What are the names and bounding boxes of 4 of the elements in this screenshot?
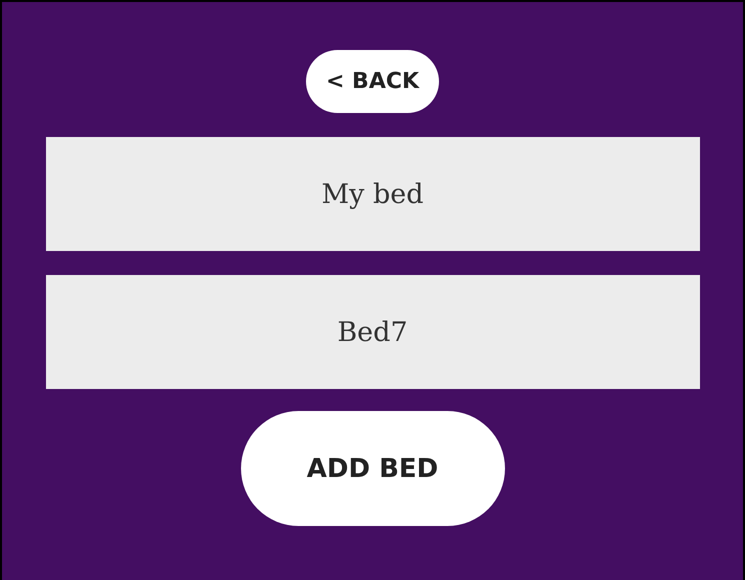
bed-item[interactable]: My bed <box>46 137 700 251</box>
add-bed-button[interactable]: ADD BED <box>240 411 504 526</box>
back-button[interactable]: < BACK <box>306 50 439 113</box>
bed-item[interactable]: Bed7 <box>46 275 700 389</box>
